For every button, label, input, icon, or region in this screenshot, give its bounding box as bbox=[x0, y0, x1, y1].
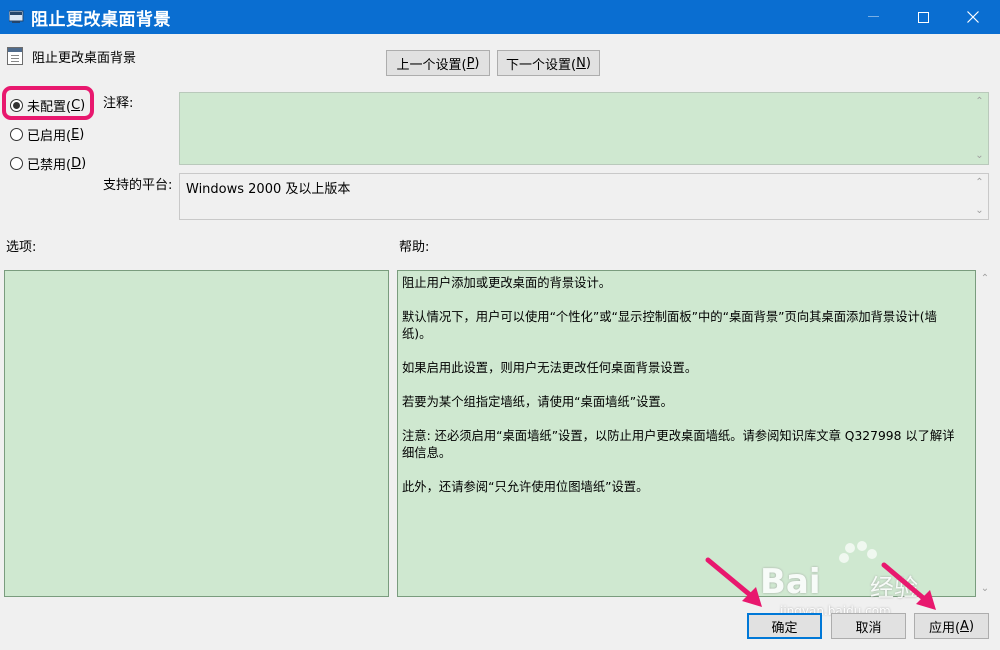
radio-disabled[interactable]: 已禁用(D) bbox=[10, 154, 86, 173]
scroll-up-icon[interactable]: ⌃ bbox=[975, 177, 983, 188]
platform-label: 支持的平台: bbox=[103, 178, 173, 193]
help-paragraph: 注意: 还必须启用“桌面墙纸”设置，以防止用户更改桌面墙纸。请参阅知识库文章 Q… bbox=[402, 429, 955, 460]
comment-scrollbar[interactable]: ⌃ ⌄ bbox=[971, 93, 988, 164]
previous-setting-paren: ) bbox=[474, 55, 480, 71]
platform-value: Windows 2000 及以上版本 bbox=[186, 182, 351, 197]
previous-setting-hotkey: P bbox=[466, 55, 475, 71]
maximize-button[interactable] bbox=[900, 0, 946, 34]
scroll-down-icon[interactable]: ⌄ bbox=[975, 205, 983, 216]
radio-enabled[interactable]: 已启用(E) bbox=[10, 125, 84, 144]
cancel-label: 取消 bbox=[855, 620, 882, 636]
radio-circle-checked[interactable] bbox=[10, 99, 23, 112]
radio-not-configured[interactable]: 未配置(C) bbox=[10, 96, 85, 115]
radio-hotkey: E bbox=[71, 127, 80, 142]
window-title: 阻止更改桌面背景 bbox=[31, 9, 171, 30]
options-label: 选项: bbox=[6, 240, 37, 255]
close-button[interactable] bbox=[950, 0, 996, 34]
help-paragraph: 默认情况下，用户可以使用“个性化”或“显示控制面板”中的“桌面背景”页向其桌面添… bbox=[402, 310, 937, 341]
apply-label: 应用( bbox=[928, 620, 961, 636]
options-pane bbox=[4, 270, 389, 597]
help-paragraph: 阻止用户添加或更改桌面的背景设计。 bbox=[402, 276, 612, 290]
radio-hotkey: C bbox=[71, 98, 81, 113]
radio-paren: ) bbox=[81, 156, 87, 171]
help-label: 帮助: bbox=[399, 240, 430, 255]
scroll-down-icon[interactable]: ⌄ bbox=[981, 583, 989, 594]
help-paragraph: 若要为某个组指定墙纸，请使用“桌面墙纸”设置。 bbox=[402, 395, 673, 409]
scroll-up-icon[interactable]: ⌃ bbox=[975, 96, 983, 107]
radio-label: 已启用( bbox=[27, 129, 72, 144]
apply-button[interactable]: 应用(A) bbox=[914, 613, 989, 639]
cancel-button[interactable]: 取消 bbox=[831, 613, 906, 639]
arrow-to-ok-annotation bbox=[705, 557, 762, 607]
radio-circle[interactable] bbox=[10, 157, 23, 170]
comment-label: 注释: bbox=[103, 96, 134, 111]
ok-label: 确定 bbox=[771, 620, 798, 636]
help-paragraph: 如果启用此设置，则用户无法更改任何桌面背景设置。 bbox=[402, 361, 698, 375]
policy-name: 阻止更改桌面背景 bbox=[32, 51, 137, 66]
previous-setting-label: 上一个设置( bbox=[396, 57, 467, 73]
policy-editor-icon bbox=[8, 10, 25, 24]
next-setting-button[interactable]: 下一个设置(N) bbox=[497, 50, 600, 76]
radio-label: 未配置( bbox=[27, 100, 72, 115]
title-bar: 阻止更改桌面背景 bbox=[0, 0, 1000, 34]
policy-setting-icon bbox=[7, 47, 23, 65]
next-setting-label: 下一个设置( bbox=[506, 57, 577, 73]
arrow-to-apply-annotation bbox=[881, 562, 936, 610]
platform-box: Windows 2000 及以上版本 ⌃ ⌄ bbox=[179, 173, 989, 220]
apply-paren: ) bbox=[968, 618, 975, 634]
radio-paren: ) bbox=[80, 98, 86, 113]
comment-textarea[interactable]: ⌃ ⌄ bbox=[179, 92, 989, 165]
radio-circle[interactable] bbox=[10, 128, 23, 141]
radio-paren: ) bbox=[79, 127, 85, 142]
previous-setting-button[interactable]: 上一个设置(P) bbox=[386, 50, 490, 76]
help-paragraph: 此外，还请参阅“只允许使用位图墙纸”设置。 bbox=[402, 480, 649, 494]
platform-scrollbar[interactable]: ⌃ ⌄ bbox=[971, 174, 988, 219]
next-setting-hotkey: N bbox=[576, 55, 586, 71]
scroll-down-icon[interactable]: ⌄ bbox=[975, 150, 983, 161]
apply-hotkey: A bbox=[960, 618, 969, 634]
radio-hotkey: D bbox=[71, 156, 82, 171]
next-setting-paren: ) bbox=[585, 55, 591, 71]
scroll-up-icon[interactable]: ⌃ bbox=[981, 273, 989, 284]
minimize-button[interactable] bbox=[850, 0, 896, 34]
help-scrollbar[interactable]: ⌃ ⌄ bbox=[977, 270, 993, 597]
ok-button[interactable]: 确定 bbox=[747, 613, 822, 639]
radio-label: 已禁用( bbox=[27, 158, 72, 173]
